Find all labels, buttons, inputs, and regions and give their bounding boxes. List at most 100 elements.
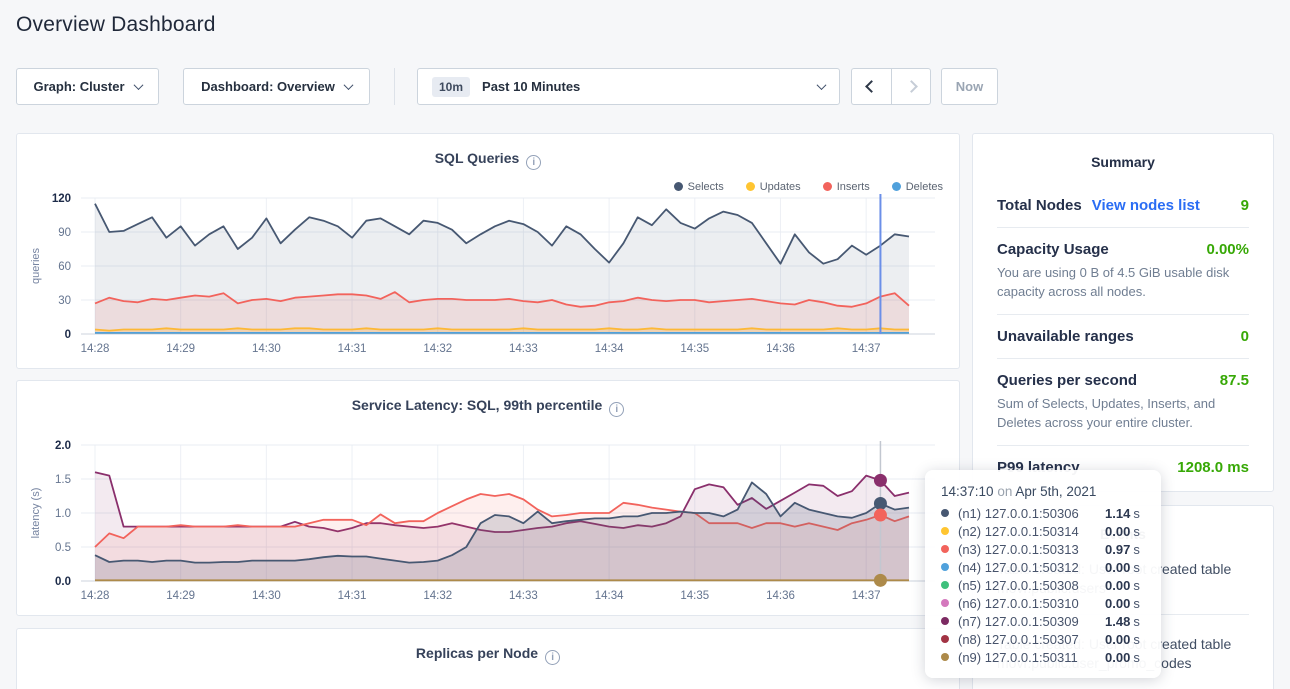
p99-latency-value: 1208.0 ms xyxy=(1177,459,1249,476)
x-tick-label: 14:28 xyxy=(81,590,110,602)
x-tick-label: 14:34 xyxy=(595,343,624,355)
x-tick-label: 14:36 xyxy=(766,590,795,602)
graph-dropdown[interactable]: Graph: Cluster xyxy=(16,68,159,105)
tooltip-row: (n8) 127.0.0.1:50307 0.00s xyxy=(941,630,1145,648)
y-tick-label: 1.0 xyxy=(55,508,71,520)
summary-title: Summary xyxy=(997,134,1249,184)
overview-dashboard-page: Overview Dashboard Graph: Cluster Dashbo… xyxy=(0,0,1290,689)
summary-row-total-nodes: Total Nodes View nodes list 9 xyxy=(997,184,1249,228)
view-nodes-list-link[interactable]: View nodes list xyxy=(1092,197,1200,214)
tooltip-node-rows: (n1) 127.0.0.1:503061.14s(n2) 127.0.0.1:… xyxy=(941,504,1145,666)
y-tick-label: 2.0 xyxy=(55,440,71,452)
hover-point-dot xyxy=(874,474,887,487)
node-latency-value: 1.48 xyxy=(1105,614,1130,629)
x-tick-label: 14:30 xyxy=(252,343,281,355)
hover-point-dot xyxy=(874,574,887,587)
sql-queries-panel: SQL Queriesi SelectsUpdatesInsertsDelete… xyxy=(16,133,960,369)
next-time-button[interactable] xyxy=(891,68,931,105)
node-latency-unit: s xyxy=(1133,578,1140,593)
tooltip-timestamp: 14:37:10 on Apr 5th, 2021 xyxy=(941,484,1145,499)
chart-title: SQL Queriesi xyxy=(17,150,959,170)
y-axis-label: latency (s) xyxy=(30,488,42,539)
tooltip-row: (n6) 127.0.0.1:503100.00s xyxy=(941,594,1145,612)
time-nav-buttons xyxy=(851,68,931,105)
chart-title: Replicas per Nodei xyxy=(17,645,959,665)
tooltip-row: (n3) 127.0.0.1:503130.97s xyxy=(941,540,1145,558)
node-color-dot xyxy=(941,581,949,589)
node-address: (n9) 127.0.0.1:50311 xyxy=(958,650,1101,665)
node-latency-value: 0.00 xyxy=(1105,560,1130,575)
tooltip-row: (n5) 127.0.0.1:50308 0.00s xyxy=(941,576,1145,594)
info-icon[interactable]: i xyxy=(526,155,541,170)
page-title: Overview Dashboard xyxy=(16,13,216,37)
service-latency-title: Service Latency: SQL, 99th percentile xyxy=(352,397,603,413)
graph-dropdown-label: Graph: Cluster xyxy=(33,79,124,94)
node-latency-unit: s xyxy=(1133,506,1140,521)
node-latency-unit: s xyxy=(1133,524,1140,539)
queries-per-second-value: 87.5 xyxy=(1220,372,1249,389)
service-latency-chart[interactable]: 0.00.51.01.52.014:2814:2914:3014:3114:32… xyxy=(17,437,961,615)
x-tick-label: 14:31 xyxy=(338,590,367,602)
tooltip-row: (n2) 127.0.0.1:503140.00s xyxy=(941,522,1145,540)
time-range-label: Past 10 Minutes xyxy=(482,79,580,94)
time-range-picker[interactable]: 10m Past 10 Minutes xyxy=(417,68,840,105)
summary-row-unavailable-ranges: Unavailable ranges 0 xyxy=(997,315,1249,359)
dashboard-dropdown[interactable]: Dashboard: Overview xyxy=(183,68,370,105)
y-axis-label: queries xyxy=(30,247,42,284)
total-nodes-label: Total Nodes xyxy=(997,197,1082,214)
dashboard-dropdown-label: Dashboard: Overview xyxy=(201,79,335,94)
node-color-dot xyxy=(941,599,949,607)
x-tick-label: 14:29 xyxy=(166,343,195,355)
chevron-down-icon xyxy=(817,80,827,90)
node-address: (n4) 127.0.0.1:50312 xyxy=(958,560,1101,575)
x-tick-label: 14:28 xyxy=(81,343,110,355)
unavailable-ranges-label: Unavailable ranges xyxy=(997,328,1134,345)
chevron-down-icon xyxy=(133,80,143,90)
prev-time-button[interactable] xyxy=(851,68,891,105)
node-latency-value: 0.00 xyxy=(1105,632,1130,647)
controls-divider xyxy=(394,68,395,105)
x-tick-label: 14:32 xyxy=(423,343,452,355)
x-tick-label: 14:31 xyxy=(338,343,367,355)
node-address: (n8) 127.0.0.1:50307 xyxy=(958,632,1101,647)
x-tick-label: 14:34 xyxy=(595,590,624,602)
x-tick-label: 14:32 xyxy=(423,590,452,602)
now-button[interactable]: Now xyxy=(941,68,998,105)
x-tick-label: 14:35 xyxy=(680,590,709,602)
x-tick-label: 14:33 xyxy=(509,343,538,355)
unavailable-ranges-value: 0 xyxy=(1241,328,1249,345)
node-color-dot xyxy=(941,509,949,517)
node-latency-value: 1.14 xyxy=(1105,506,1130,521)
y-tick-label: 60 xyxy=(58,261,71,273)
x-tick-label: 14:37 xyxy=(852,590,881,602)
y-tick-label: 0 xyxy=(65,329,71,341)
summary-panel: Summary Total Nodes View nodes list 9 Ca… xyxy=(972,133,1274,492)
node-latency-value: 0.00 xyxy=(1105,578,1130,593)
node-latency-unit: s xyxy=(1133,614,1140,629)
node-latency-value: 0.00 xyxy=(1105,596,1130,611)
sql-queries-chart[interactable]: 030609012014:2814:2914:3014:3114:3214:33… xyxy=(17,190,961,368)
y-tick-label: 30 xyxy=(58,295,71,307)
chart-title: Service Latency: SQL, 99th percentile i xyxy=(17,397,959,417)
tooltip-row: (n4) 127.0.0.1:503120.00s xyxy=(941,558,1145,576)
node-latency-value: 0.97 xyxy=(1105,542,1130,557)
capacity-usage-value: 0.00% xyxy=(1206,241,1249,258)
info-icon[interactable]: i xyxy=(545,650,560,665)
node-address: (n5) 127.0.0.1:50308 xyxy=(958,578,1101,593)
replicas-per-node-panel: Replicas per Nodei xyxy=(16,628,960,689)
chevron-down-icon xyxy=(343,80,353,90)
x-tick-label: 14:37 xyxy=(852,343,881,355)
node-color-dot xyxy=(941,653,949,661)
summary-row-queries-per-second: Queries per second 87.5 Sum of Selects, … xyxy=(997,359,1249,446)
node-address: (n2) 127.0.0.1:50314 xyxy=(958,524,1101,539)
capacity-usage-description: You are using 0 B of 4.5 GiB usable disk… xyxy=(997,263,1249,301)
info-icon[interactable]: i xyxy=(609,402,624,417)
x-tick-label: 14:35 xyxy=(680,343,709,355)
node-latency-unit: s xyxy=(1133,632,1140,647)
node-address: (n7) 127.0.0.1:50309 xyxy=(958,614,1101,629)
node-address: (n6) 127.0.0.1:50310 xyxy=(958,596,1101,611)
x-tick-label: 14:30 xyxy=(252,590,281,602)
node-latency-unit: s xyxy=(1133,542,1140,557)
y-tick-label: 1.5 xyxy=(55,474,71,486)
y-tick-label: 120 xyxy=(52,193,71,205)
